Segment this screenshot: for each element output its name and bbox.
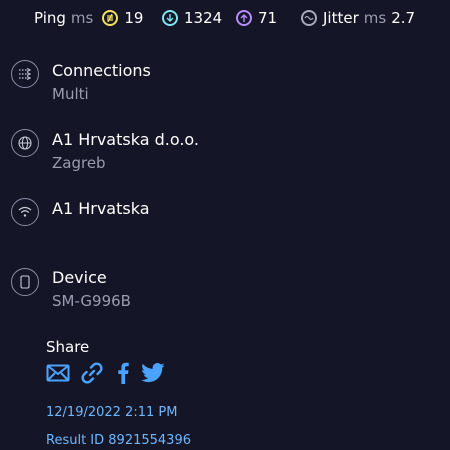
upload-latency-group: 71 <box>236 8 277 28</box>
jitter-value: 2.7 <box>391 9 416 27</box>
jitter-group: Jitter ms 2.7 <box>301 8 415 28</box>
connections-title: Connections <box>52 61 151 80</box>
jitter-unit: ms <box>363 9 387 27</box>
ping-unit: ms <box>70 9 94 27</box>
idle-latency-icon <box>102 10 119 26</box>
facebook-icon[interactable] <box>116 362 130 384</box>
ping-group: Ping ms 19 <box>34 8 143 28</box>
result-id-link[interactable]: Result ID 8921554396 <box>46 433 191 448</box>
device-model: SM-G996B <box>52 292 131 310</box>
share-icons <box>46 360 165 386</box>
globe-icon <box>11 129 39 157</box>
ping-bar: Ping ms 19 1324 71 Jitter ms 2.7 <box>0 0 450 36</box>
jitter-label: Jitter <box>323 9 359 27</box>
wifi-icon <box>11 198 39 226</box>
download-icon <box>162 10 178 26</box>
connections-value: Multi <box>52 85 89 103</box>
download-latency-value: 1324 <box>184 9 223 27</box>
idle-latency-value: 19 <box>124 9 144 27</box>
ping-label: Ping <box>34 9 66 27</box>
result-date-link[interactable]: 12/19/2022 2:11 PM <box>46 405 177 420</box>
network-name: A1 Hrvatska <box>52 199 150 218</box>
jitter-icon <box>301 10 317 26</box>
email-icon[interactable] <box>46 364 70 382</box>
share-label: Share <box>46 338 90 356</box>
connections-icon <box>11 60 39 88</box>
twitter-icon[interactable] <box>141 363 165 383</box>
device-icon <box>11 268 39 296</box>
isp-name: A1 Hrvatska d.o.o. <box>52 130 200 149</box>
isp-location: Zagreb <box>52 154 106 172</box>
device-title: Device <box>52 268 107 287</box>
upload-icon <box>236 10 252 26</box>
upload-latency-value: 71 <box>258 9 278 27</box>
link-icon[interactable] <box>80 361 104 385</box>
download-latency-group: 1324 <box>162 8 222 28</box>
